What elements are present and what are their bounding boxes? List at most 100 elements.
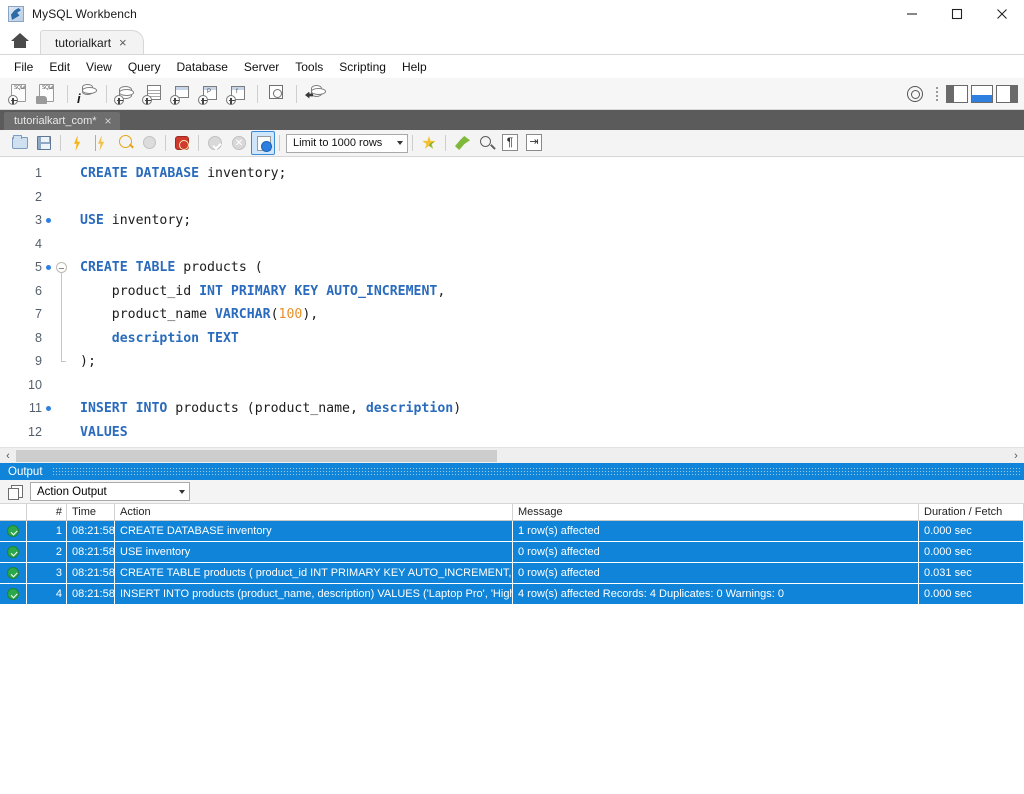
code-line[interactable]: 13('Laptop Pro', 'High-performance lapto… (0, 444, 1024, 447)
code-line[interactable]: 12VALUES (0, 421, 1024, 445)
toggle-autocommit-icon[interactable] (251, 131, 275, 155)
save-file-icon[interactable] (32, 131, 56, 155)
column-header-message: Message (513, 504, 919, 520)
execute-statement-icon[interactable] (65, 131, 89, 155)
code-line[interactable]: 9); (0, 350, 1024, 374)
code-line[interactable]: 11INSERT INTO products (product_name, de… (0, 397, 1024, 421)
fold-column (56, 209, 68, 233)
search-data-icon[interactable] (263, 81, 289, 107)
sql-code-area[interactable]: 1CREATE DATABASE inventory;23USE invento… (0, 157, 1024, 447)
toggle-secondary-sidebar-icon[interactable] (996, 85, 1018, 103)
table-row[interactable]: 2 08:21:58 USE inventory 0 row(s) affect… (0, 542, 1024, 563)
open-file-icon[interactable] (8, 131, 32, 155)
find-icon[interactable] (474, 131, 498, 155)
code-token: description (366, 401, 453, 416)
menu-item-edit[interactable]: Edit (41, 58, 78, 76)
scrollbar-track[interactable] (16, 449, 1008, 463)
output-toolbar: Action Output (0, 480, 1024, 504)
maximize-button[interactable] (934, 0, 979, 28)
menu-item-database[interactable]: Database (169, 58, 236, 76)
fold-column (56, 350, 68, 374)
fold-column (56, 303, 68, 327)
output-type-dropdown[interactable]: Action Output (30, 482, 190, 501)
reconnect-server-icon[interactable] (302, 81, 328, 107)
toggle-invisible-chars-icon[interactable]: ¶ (498, 131, 522, 155)
editor-horizontal-scrollbar[interactable]: ‹ › (0, 447, 1024, 463)
menu-item-view[interactable]: View (78, 58, 120, 76)
code-line[interactable]: 7 product_name VARCHAR(100), (0, 303, 1024, 327)
sql-editor[interactable]: 1CREATE DATABASE inventory;23USE invento… (0, 157, 1024, 447)
row-duration: 0.000 sec (919, 584, 1024, 604)
explain-statement-icon[interactable] (113, 131, 137, 155)
menu-item-scripting[interactable]: Scripting (331, 58, 394, 76)
fold-collapse-icon[interactable] (56, 262, 67, 273)
line-number: 12 (0, 421, 44, 445)
success-icon (7, 567, 19, 579)
code-token: products ( (175, 260, 262, 275)
toggle-word-wrap-icon[interactable] (522, 131, 546, 155)
scrollbar-thumb[interactable] (16, 450, 497, 462)
code-line[interactable]: 2 (0, 186, 1024, 210)
menu-item-query[interactable]: Query (120, 58, 169, 76)
table-row[interactable]: 4 08:21:58 INSERT INTO products (product… (0, 584, 1024, 605)
row-number: 2 (27, 542, 67, 562)
new-sql-tab-icon[interactable]: SQL (6, 81, 32, 107)
home-tab[interactable] (0, 27, 40, 54)
server-status-icon[interactable]: i (73, 81, 99, 107)
code-token: ( (271, 307, 279, 322)
toggle-output-panel-icon[interactable] (971, 85, 993, 103)
success-icon (7, 525, 19, 537)
toggle-sidebar-icon[interactable] (946, 85, 968, 103)
line-number: 2 (0, 186, 44, 210)
create-schema-icon[interactable] (112, 81, 138, 107)
copy-icon[interactable] (8, 485, 22, 499)
fold-end-marker (61, 361, 66, 362)
row-limit-dropdown[interactable]: Limit to 1000 rows (286, 134, 408, 153)
create-procedure-icon[interactable]: P (196, 81, 222, 107)
code-line[interactable]: 1CREATE DATABASE inventory; (0, 162, 1024, 186)
gutter-marks (44, 162, 56, 186)
menu-item-server[interactable]: Server (236, 58, 287, 76)
output-panel-header: Output (0, 463, 1024, 480)
code-line[interactable]: 8 description TEXT (0, 327, 1024, 351)
menu-item-file[interactable]: File (6, 58, 41, 76)
clear-sql-icon[interactable] (450, 131, 474, 155)
connection-tab-tutorialkart[interactable]: tutorialkart × (40, 30, 144, 54)
close-icon[interactable]: × (105, 115, 112, 127)
code-line[interactable]: 5CREATE TABLE products ( (0, 256, 1024, 280)
create-table-icon[interactable] (140, 81, 166, 107)
help-icon[interactable] (907, 86, 923, 102)
table-row[interactable]: 1 08:21:58 CREATE DATABASE inventory 1 r… (0, 521, 1024, 542)
rollback-icon[interactable]: ✕ (227, 131, 251, 155)
code-line[interactable]: 4 (0, 233, 1024, 257)
scroll-left-icon[interactable]: ‹ (0, 450, 16, 462)
gutter-marks (44, 256, 56, 280)
menu-item-tools[interactable]: Tools (287, 58, 331, 76)
scroll-right-icon[interactable]: › (1008, 450, 1024, 462)
toggle-stop-on-error-icon[interactable] (170, 131, 194, 155)
line-number: 13 (0, 444, 44, 447)
create-view-icon[interactable] (168, 81, 194, 107)
menu-item-help[interactable]: Help (394, 58, 435, 76)
stop-execution-icon[interactable] (137, 131, 161, 155)
code-token: ) (453, 401, 461, 416)
window-controls (889, 0, 1024, 28)
code-line[interactable]: 6 product_id INT PRIMARY KEY AUTO_INCREM… (0, 280, 1024, 304)
execute-current-statement-icon[interactable] (89, 131, 113, 155)
row-number: 4 (27, 584, 67, 604)
code-line[interactable]: 10 (0, 374, 1024, 398)
row-time: 08:21:58 (67, 521, 115, 541)
editor-tab-label: tutorialkart_com* (14, 115, 97, 127)
create-function-icon[interactable]: f (224, 81, 250, 107)
editor-tab-tutorialkart-com[interactable]: tutorialkart_com* × (4, 112, 120, 130)
open-sql-script-icon[interactable]: SQL (34, 81, 60, 107)
minimize-button[interactable] (889, 0, 934, 28)
commit-icon[interactable] (203, 131, 227, 155)
code-line[interactable]: 3USE inventory; (0, 209, 1024, 233)
close-button[interactable] (979, 0, 1024, 28)
line-number: 3 (0, 209, 44, 233)
close-icon[interactable]: × (119, 36, 127, 49)
connection-tab-strip: tutorialkart × (0, 28, 1024, 55)
beautify-sql-icon[interactable] (417, 131, 441, 155)
table-row[interactable]: 3 08:21:58 CREATE TABLE products ( produ… (0, 563, 1024, 584)
